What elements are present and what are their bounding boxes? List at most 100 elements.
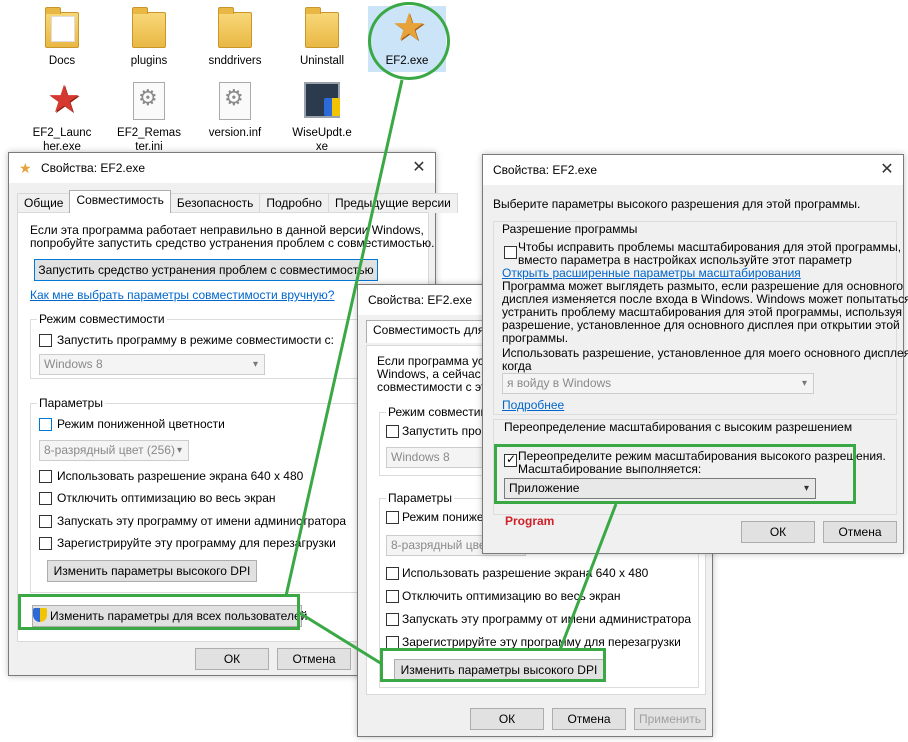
- compat-mode-label: Режим совместимости: [37, 312, 167, 326]
- title-bar[interactable]: Свойства: EF2.exe ✕: [483, 155, 903, 185]
- window-title: Свойства: EF2.exe: [493, 163, 598, 177]
- fullscreen-opt-label: Отключить оптимизацию во весь экран: [57, 491, 276, 505]
- desktop-icon-plugins[interactable]: plugins: [107, 6, 191, 68]
- highlight-override-checkbox: [494, 444, 856, 504]
- cancel-button[interactable]: Отмена: [277, 648, 351, 670]
- manual-settings-link[interactable]: Как мне выбрать параметры совместимости …: [30, 288, 334, 302]
- desktop-icon-snddrivers[interactable]: snddrivers: [193, 6, 277, 68]
- tab-general[interactable]: Общие: [17, 193, 71, 213]
- highlight-ef2-exe: [368, 2, 450, 80]
- cancel-button[interactable]: Отмена: [552, 708, 626, 730]
- highlight-high-dpi-button: [380, 648, 606, 682]
- register-restart-label: Зарегистрируйте эту программу для переза…: [402, 635, 681, 649]
- body-line-5: программы.: [502, 331, 569, 345]
- body-line-4: разрешение, установленное для основного …: [502, 318, 900, 332]
- tab-security[interactable]: Безопасность: [169, 193, 261, 213]
- desktop-icon-uninstall[interactable]: Uninstall: [280, 6, 364, 68]
- chevron-down-icon: ▾: [176, 445, 182, 456]
- tab-previous-versions[interactable]: Предыдущие версии: [327, 193, 458, 213]
- chevron-down-icon: ▾: [252, 359, 258, 370]
- res640-label: Использовать разрешение экрана 640 x 480: [402, 566, 649, 580]
- fullscreen-opt-label: Отключить оптимизацию во весь экран: [402, 589, 621, 603]
- ok-button[interactable]: ОК: [470, 708, 544, 730]
- compat-mode-label: Режим совместимо: [386, 405, 498, 419]
- color-depth-value: 8-разрядный цвет: [391, 538, 491, 552]
- desktop-icon-ef2-remaster[interactable]: EF2_Remas ter.ini: [107, 78, 191, 154]
- desktop-icon-ef2-launcher[interactable]: ★ EF2_Launc her.exe: [20, 78, 104, 154]
- res640-checkbox[interactable]: [39, 470, 52, 483]
- program-dpi-checkbox[interactable]: [504, 246, 517, 259]
- dpi-heading: Выберите параметры высокого разрешения д…: [493, 197, 861, 211]
- body-line-3: устранить проблему масштабирования для э…: [502, 305, 903, 319]
- program-dpi-checkbox-line1: Чтобы исправить проблемы масштабирования…: [518, 240, 902, 254]
- desktop-icon-label-line1: WiseUpdt.e: [292, 127, 352, 139]
- more-info-link[interactable]: Подробнее: [502, 398, 564, 412]
- register-restart-checkbox[interactable]: [39, 537, 52, 550]
- reduced-color-checkbox[interactable]: [386, 511, 399, 524]
- ok-button[interactable]: ОК: [195, 648, 269, 670]
- compat-os-value: Windows 8: [391, 450, 450, 464]
- highlight-all-users-button: [18, 594, 300, 630]
- window-title: Свойства: EF2.exe: [41, 161, 146, 175]
- parameters-label: Параметры: [37, 396, 105, 410]
- intro-text-1: Если программа успе: [377, 354, 498, 368]
- res640-label: Использовать разрешение экрана 640 x 480: [57, 469, 304, 483]
- advanced-scaling-link[interactable]: Открыть расширенные параметры масштабиро…: [502, 266, 801, 280]
- window-title: Свойства: EF2.exe: [368, 293, 473, 307]
- tab-strip: Общие Совместимость Безопасность Подробн…: [17, 190, 458, 213]
- desktop-icon-wiseupdt[interactable]: WiseUpdt.e xe: [280, 78, 364, 154]
- desktop-icon-label: Docs: [48, 55, 76, 67]
- installer-icon: [304, 82, 340, 118]
- chevron-down-icon: ▾: [801, 378, 807, 389]
- app-star-icon: ★: [19, 160, 32, 176]
- use-resolution-line2: когда: [502, 359, 532, 373]
- troubleshoot-button[interactable]: Запустить средство устранения проблем с …: [34, 259, 378, 281]
- program-annotation: Program: [505, 514, 555, 528]
- cancel-button[interactable]: Отмена: [823, 521, 897, 543]
- desktop-icon-label: version.inf: [208, 127, 262, 139]
- desktop-icon-label-line1: EF2_Remas: [117, 127, 181, 139]
- folder-icon: [305, 7, 339, 48]
- settings-file-icon: [219, 82, 251, 120]
- compat-os-select[interactable]: Windows 8 ▾: [39, 354, 265, 375]
- compat-mode-checkbox[interactable]: [39, 334, 52, 347]
- desktop-icon-version[interactable]: version.inf: [193, 78, 277, 140]
- close-icon[interactable]: ✕: [403, 153, 435, 183]
- run-admin-checkbox[interactable]: [39, 515, 52, 528]
- folder-icon: [218, 7, 252, 48]
- program-dpi-label: Разрешение программы: [500, 222, 640, 236]
- apply-button[interactable]: Применить: [634, 708, 706, 730]
- high-dpi-button[interactable]: Изменить параметры высокого DPI: [47, 560, 257, 582]
- desktop-icon-docs[interactable]: Docs: [20, 6, 104, 68]
- desktop-icon-label: Uninstall: [299, 55, 345, 67]
- color-depth-select[interactable]: 8-разрядный цвет (256) ▾: [39, 440, 189, 461]
- run-admin-label: Запускать эту программу от имени админис…: [57, 514, 347, 528]
- launcher-app-icon: ★: [46, 79, 82, 121]
- program-dpi-checkbox-line2: вместо параметра в настройках используйт…: [518, 253, 852, 267]
- fullscreen-opt-checkbox[interactable]: [39, 492, 52, 505]
- intro-text-2: попробуйте запустить средство устранения…: [30, 236, 435, 250]
- fullscreen-opt-checkbox[interactable]: [386, 590, 399, 603]
- use-resolution-line1: Использовать разрешение, установленное д…: [502, 346, 908, 360]
- body-line-2: дисплея изменяется после входа в Windows…: [502, 292, 908, 306]
- tab-details[interactable]: Подробно: [259, 193, 329, 213]
- document-folder-icon: [45, 7, 79, 48]
- desktop-icon-label: plugins: [130, 55, 168, 67]
- close-icon[interactable]: ✕: [871, 155, 903, 185]
- ok-button[interactable]: ОК: [741, 521, 815, 543]
- desktop-icon-label-line1: EF2_Launc: [32, 127, 92, 139]
- color-depth-value: 8-разрядный цвет (256): [44, 443, 175, 457]
- body-line-1: Программа может выглядеть размыто, если …: [502, 279, 904, 293]
- compat-mode-checkbox[interactable]: [386, 425, 399, 438]
- reduced-color-label: Режим пониженной цветности: [57, 417, 225, 431]
- program-dpi-group: Разрешение программы Чтобы исправить про…: [493, 221, 908, 415]
- res640-checkbox[interactable]: [386, 567, 399, 580]
- reduced-color-checkbox[interactable]: [39, 418, 52, 431]
- title-bar[interactable]: ★ Свойства: EF2.exe ✕: [9, 153, 435, 183]
- folder-icon: [132, 7, 166, 48]
- tab-compatibility[interactable]: Совместимость: [69, 190, 171, 213]
- run-admin-checkbox[interactable]: [386, 613, 399, 626]
- parameters-label: Параметры: [386, 491, 454, 505]
- compat-os-value: Windows 8: [44, 357, 103, 371]
- login-timing-select[interactable]: я войду в Windows ▾: [502, 373, 814, 394]
